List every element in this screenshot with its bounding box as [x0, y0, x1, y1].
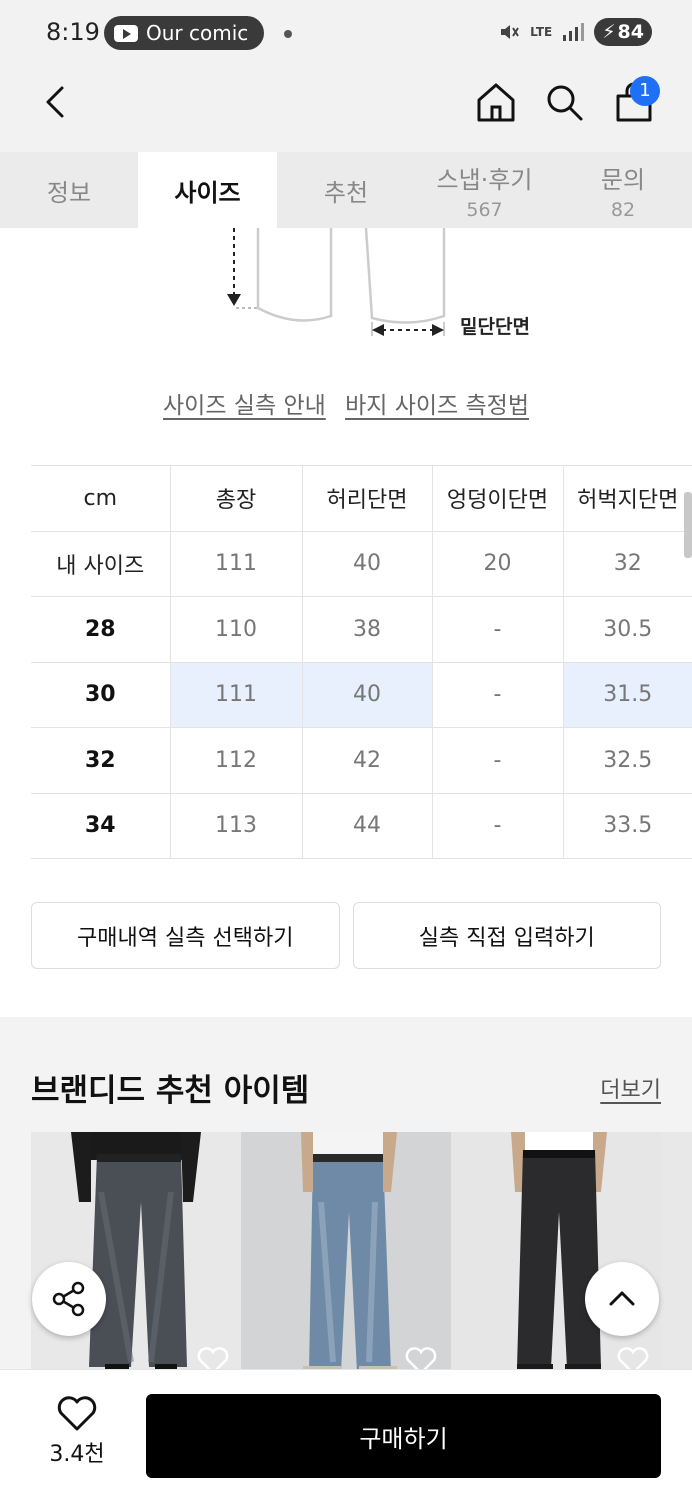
product-image — [31, 1132, 241, 1377]
tab-inquiry[interactable]: 문의 82 — [554, 152, 692, 228]
table-cell: 111 — [169, 530, 302, 597]
table-cell: 40 — [301, 530, 432, 597]
battery-level: 84 — [617, 21, 644, 43]
table-cell: - — [431, 596, 563, 663]
table-cell: 112 — [169, 727, 302, 794]
product-image — [451, 1132, 661, 1377]
table-cell: 20 — [431, 530, 563, 597]
search-icon[interactable] — [544, 82, 584, 122]
mute-icon — [501, 25, 520, 39]
tab-inquiry-label: 문의 — [600, 165, 646, 194]
table-cell: 44 — [301, 792, 432, 859]
row-label: 30 — [31, 661, 170, 728]
table-header-cell: 총장 — [169, 465, 302, 532]
charging-icon: ⚡ — [602, 21, 616, 43]
product-tabs: 정보 사이즈 추천 스냅·후기 567 문의 82 — [0, 152, 692, 228]
product-card[interactable] — [241, 1132, 451, 1377]
recommended-section: 브랜디드 추천 아이템 더보기 — [0, 1017, 692, 1377]
table-header-row: cm 총장 허리단면 엉덩이단면 허벅지단면 — [31, 465, 692, 532]
status-time: 8:19 — [46, 18, 100, 46]
table-cell: 38 — [301, 596, 432, 663]
bottom-purchase-bar: 3.4천 구매하기 — [0, 1369, 692, 1500]
table-cell: 113 — [169, 792, 302, 859]
share-icon — [52, 1281, 85, 1317]
heart-icon — [57, 1396, 97, 1431]
table-cell: 110 — [169, 596, 302, 663]
select-purchase-history-button[interactable]: 구매내역 실측 선택하기 — [31, 902, 340, 969]
table-cell: 32.5 — [562, 727, 692, 794]
table-cell: - — [431, 727, 563, 794]
tab-snap-review[interactable]: 스냅·후기 567 — [415, 152, 554, 228]
tab-size[interactable]: 사이즈 — [138, 152, 277, 228]
row-label: 28 — [31, 596, 170, 663]
lte-icon: LTE — [530, 25, 553, 39]
like-button[interactable]: 3.4천 — [34, 1396, 120, 1476]
recommended-title: 브랜디드 추천 아이템 — [31, 1073, 310, 1109]
table-header-cell: 엉덩이단면 — [431, 465, 563, 532]
product-card-partial[interactable] — [661, 1132, 692, 1377]
status-icons: LTE ⚡ 84 — [498, 18, 652, 46]
row-label: 34 — [31, 792, 170, 859]
notification-pill[interactable]: Our comic — [104, 16, 264, 50]
table-header-cell: 허벅지단면 — [562, 465, 692, 532]
table-cell: - — [431, 792, 563, 859]
buy-button[interactable]: 구매하기 — [146, 1394, 661, 1478]
notification-dot-icon — [284, 30, 292, 38]
row-label: 내 사이즈 — [31, 530, 170, 597]
home-icon[interactable] — [474, 80, 518, 124]
size-guide-links: 사이즈 실측 안내 바지 사이즈 측정법 — [0, 386, 692, 420]
more-link[interactable]: 더보기 — [600, 1072, 661, 1104]
table-row: 32 112 42 - 32.5 — [31, 727, 692, 794]
table-row: 28 110 38 - 30.5 — [31, 596, 692, 663]
battery-indicator: ⚡ 84 — [594, 18, 652, 46]
youtube-icon — [114, 24, 138, 42]
size-table: cm 총장 허리단면 엉덩이단면 허벅지단면 내 사이즈 111 40 20 3… — [31, 465, 692, 859]
table-cell-match: 31.5 — [562, 661, 692, 728]
product-image — [241, 1132, 451, 1377]
tab-info[interactable]: 정보 — [0, 152, 138, 228]
table-row-my-size: 내 사이즈 111 40 20 32 — [31, 530, 692, 597]
tab-recommend-label: 추천 — [323, 178, 369, 207]
chevron-up-icon — [609, 1291, 635, 1306]
table-cell-match: 111 — [169, 661, 302, 728]
tab-snap-review-count: 567 — [466, 198, 503, 221]
app-header: 1 — [0, 68, 692, 152]
product-card[interactable] — [451, 1132, 661, 1377]
tab-snap-review-label: 스냅·후기 — [436, 165, 533, 194]
scroll-to-top-button[interactable] — [585, 1262, 659, 1336]
table-header-cell: cm — [31, 465, 170, 532]
back-button[interactable] — [36, 82, 76, 122]
table-row: 30 111 40 - 31.5 — [31, 661, 692, 728]
status-bar: 8:19 Our comic LTE ⚡ 84 — [0, 0, 692, 68]
product-card[interactable] — [31, 1132, 241, 1377]
notification-pill-label: Our comic — [146, 21, 249, 45]
tab-recommend[interactable]: 추천 — [277, 152, 415, 228]
table-cell: 42 — [301, 727, 432, 794]
table-cell: 33.5 — [562, 792, 692, 859]
share-button[interactable] — [32, 1262, 106, 1336]
tab-size-label: 사이즈 — [174, 178, 241, 207]
pants-measurement-diagram: 밑단단면 — [0, 227, 692, 348]
tab-info-label: 정보 — [46, 178, 92, 207]
table-row: 34 113 44 - 33.5 — [31, 792, 692, 859]
table-cell: 32 — [562, 530, 692, 597]
size-action-buttons: 구매내역 실측 선택하기 실측 직접 입력하기 — [31, 902, 661, 969]
hem-width-label: 밑단단면 — [460, 316, 530, 338]
pants-outline-illustration — [227, 227, 446, 336]
product-carousel — [31, 1132, 692, 1377]
tab-inquiry-count: 82 — [610, 198, 636, 221]
pants-measure-link[interactable]: 바지 사이즈 측정법 — [345, 393, 529, 419]
like-count: 3.4천 — [49, 1442, 105, 1467]
cart-count-badge: 1 — [630, 76, 660, 106]
table-horizontal-scrollbar[interactable] — [684, 492, 692, 558]
table-cell-match: 40 — [301, 661, 432, 728]
row-label: 32 — [31, 727, 170, 794]
table-cell: - — [431, 661, 563, 728]
size-guide-link[interactable]: 사이즈 실측 안내 — [163, 393, 326, 419]
signal-icon — [563, 23, 585, 41]
manual-measure-input-button[interactable]: 실측 직접 입력하기 — [352, 902, 661, 969]
table-header-cell: 허리단면 — [301, 465, 432, 532]
table-cell: 30.5 — [562, 596, 692, 663]
